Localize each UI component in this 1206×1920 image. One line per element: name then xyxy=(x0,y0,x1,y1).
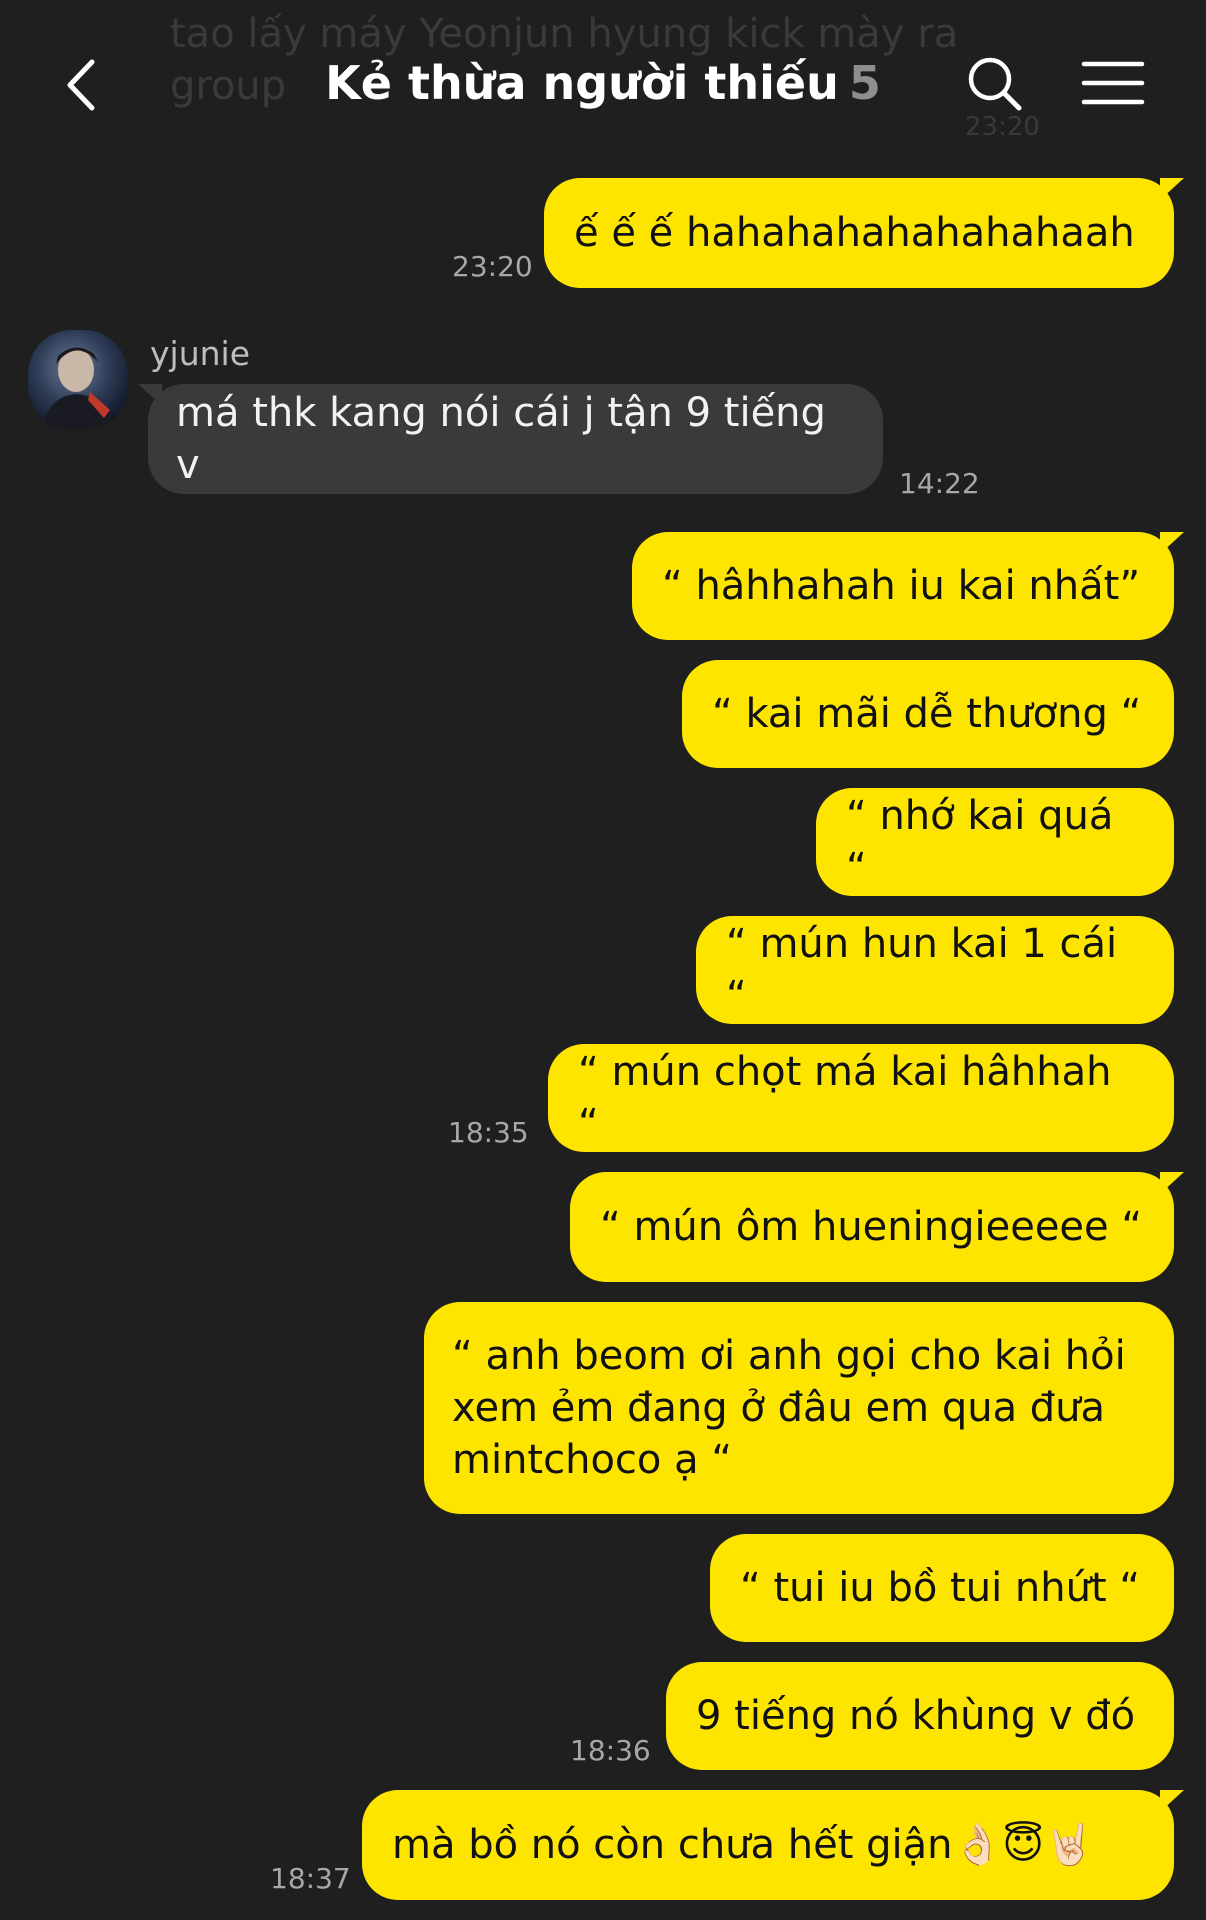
group-name: Kẻ thừa người thiếu xyxy=(325,56,839,110)
outgoing-message-bubble[interactable]: “ kai mãi dễ thương “ xyxy=(682,660,1174,768)
outgoing-message-bubble[interactable]: “ anh beom ơi anh gọi cho kai hỏi xem ẻm… xyxy=(424,1302,1174,1514)
outgoing-message-bubble[interactable]: “ tui iu bồ tui nhứt “ xyxy=(710,1534,1174,1642)
avatar[interactable] xyxy=(28,330,128,430)
message-text: ế ế ế hahahahahahahahaah xyxy=(574,210,1135,256)
message-timestamp: 18:35 xyxy=(448,1116,529,1149)
message-text: “ mún chọt má kai hâhhah “ xyxy=(578,1049,1112,1147)
outgoing-message-bubble[interactable]: “ mún ôm hueningieeeee “ xyxy=(570,1172,1184,1282)
message-text: “ mún hun kai 1 cái “ xyxy=(726,921,1118,1019)
message-timestamp: 18:37 xyxy=(270,1862,351,1895)
message-timestamp: 23:20 xyxy=(452,250,533,283)
outgoing-message-bubble[interactable]: ế ế ế hahahahahahahahaah xyxy=(544,178,1184,288)
message-timestamp: 18:36 xyxy=(570,1734,651,1767)
message-text: 9 tiếng nó khùng v đó xyxy=(696,1693,1136,1739)
message-text: “ anh beom ơi anh gọi cho kai hỏi xem ẻm… xyxy=(452,1333,1126,1483)
message-text: “ mún ôm hueningieeeee “ xyxy=(600,1204,1143,1250)
menu-icon[interactable] xyxy=(1080,58,1146,108)
message-text: “ kai mãi dễ thương “ xyxy=(712,691,1142,737)
message-text: “ hâhhahah iu kai nhất” xyxy=(662,563,1141,609)
outgoing-message-bubble[interactable]: 9 tiếng nó khùng v đó xyxy=(666,1662,1174,1770)
outgoing-message-bubble[interactable]: “ nhớ kai quá “ xyxy=(816,788,1174,896)
incoming-message-bubble[interactable]: má thk kang nói cái j tận 9 tiếng v xyxy=(138,384,883,494)
message-text: má thk kang nói cái j tận 9 tiếng v xyxy=(176,390,826,488)
message-text: “ tui iu bồ tui nhứt “ xyxy=(740,1565,1141,1611)
message-timestamp: 14:22 xyxy=(899,467,980,500)
member-count: 5 xyxy=(848,56,881,110)
message-text: mà bồ nó còn chưa hết giận👌🏻😇🤘🏻 xyxy=(392,1822,1094,1868)
chat-header: Kẻ thừa người thiếu 5 xyxy=(0,0,1206,170)
outgoing-message-bubble[interactable]: “ mún hun kai 1 cái “ xyxy=(696,916,1174,1024)
search-icon[interactable] xyxy=(963,52,1027,116)
sender-name: yjunie xyxy=(150,334,250,373)
outgoing-message-bubble[interactable]: “ hâhhahah iu kai nhất” xyxy=(632,532,1184,640)
message-text: “ nhớ kai quá “ xyxy=(846,793,1114,891)
outgoing-message-bubble[interactable]: “ mún chọt má kai hâhhah “ xyxy=(548,1044,1174,1152)
outgoing-message-bubble[interactable]: mà bồ nó còn chưa hết giận👌🏻😇🤘🏻 xyxy=(362,1790,1184,1900)
